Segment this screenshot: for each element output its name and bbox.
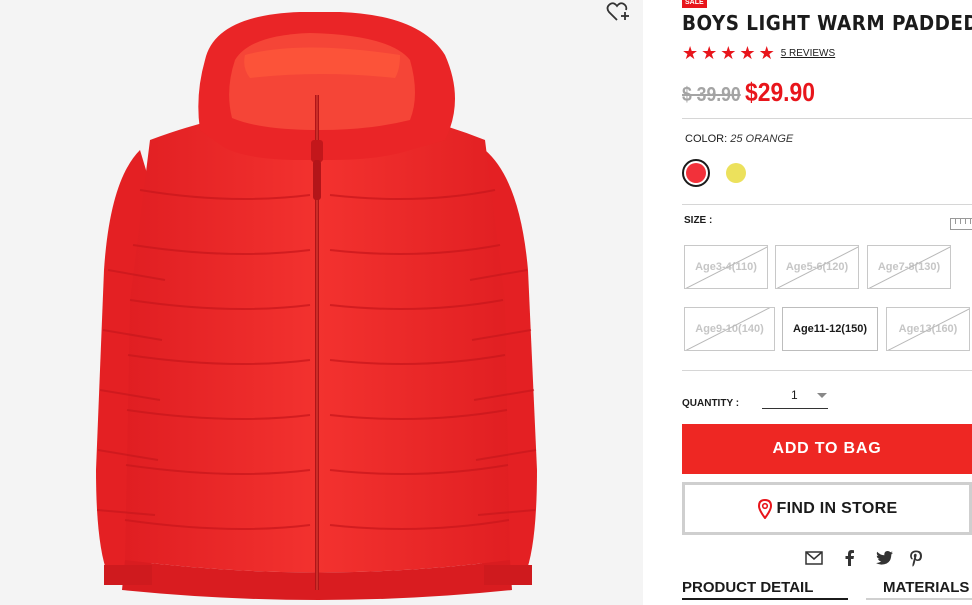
color-swatch-orange[interactable] xyxy=(682,159,710,187)
pinterest-icon[interactable] xyxy=(906,548,926,568)
swatch-yellow-dot xyxy=(726,163,746,183)
size-option[interactable]: Age5-6(120) xyxy=(775,245,859,289)
divider xyxy=(682,370,972,371)
tab-active-indicator xyxy=(682,598,848,600)
original-price: $ 39.90 xyxy=(682,84,741,106)
divider xyxy=(682,118,972,119)
find-in-store-button[interactable]: FIND IN STORE xyxy=(682,482,972,535)
product-image xyxy=(0,0,643,605)
divider xyxy=(682,204,972,205)
wishlist-heart-icon[interactable] xyxy=(606,0,632,24)
star-icon: ★ xyxy=(739,43,756,63)
mail-icon[interactable] xyxy=(804,548,824,568)
facebook-icon[interactable] xyxy=(839,548,859,568)
star-icon: ★ xyxy=(758,43,775,63)
size-option[interactable]: Age13(160) xyxy=(886,307,970,351)
star-icon: ★ xyxy=(682,43,699,63)
star-icon: ★ xyxy=(720,43,737,63)
size-option-selected[interactable]: Age11-12(150) xyxy=(782,307,878,351)
quantity-select[interactable]: 1 xyxy=(762,384,828,409)
selected-color-name: 25 ORANGE xyxy=(730,133,794,145)
color-swatch-yellow[interactable] xyxy=(722,159,750,187)
size-option[interactable]: Age3-4(110) xyxy=(684,245,768,289)
tab-product-detail[interactable]: PRODUCT DETAIL xyxy=(682,579,813,596)
location-pin-icon xyxy=(757,498,772,519)
tab-inactive-indicator xyxy=(866,598,972,600)
quantity-label: QUANTITY : xyxy=(682,398,740,409)
size-label: SIZE : xyxy=(684,215,713,226)
rating-stars: ★ ★ ★ ★ ★ xyxy=(682,44,775,62)
jacket-illustration xyxy=(96,12,537,600)
twitter-icon[interactable] xyxy=(874,548,894,568)
product-info-panel: SALE BOYS LIGHT WARM PADDED P ★ ★ ★ ★ ★ … xyxy=(682,0,972,605)
sale-price: $29.90 xyxy=(744,77,815,107)
add-to-bag-button[interactable]: ADD TO BAG xyxy=(682,424,972,474)
reviews-link[interactable]: 5 REVIEWS xyxy=(781,48,835,59)
quantity-value: 1 xyxy=(791,388,798,402)
swatch-orange-dot xyxy=(686,163,706,183)
color-label: COLOR: 25 ORANGE xyxy=(685,133,793,145)
size-option[interactable]: Age9-10(140) xyxy=(684,307,775,351)
tab-materials[interactable]: MATERIALS xyxy=(883,579,969,596)
size-chart-ruler-icon[interactable] xyxy=(950,218,972,230)
star-icon: ★ xyxy=(701,43,718,63)
find-in-store-label: FIND IN STORE xyxy=(776,499,898,517)
size-option[interactable]: Age7-8(130) xyxy=(867,245,951,289)
sale-badge: SALE xyxy=(682,0,707,8)
product-title: BOYS LIGHT WARM PADDED P xyxy=(682,11,972,35)
price-block: $ 39.90 $29.90 xyxy=(682,77,824,108)
color-label-title: COLOR: xyxy=(685,133,728,145)
chevron-down-icon xyxy=(817,393,827,398)
product-rating: ★ ★ ★ ★ ★ 5 REVIEWS xyxy=(682,44,835,62)
